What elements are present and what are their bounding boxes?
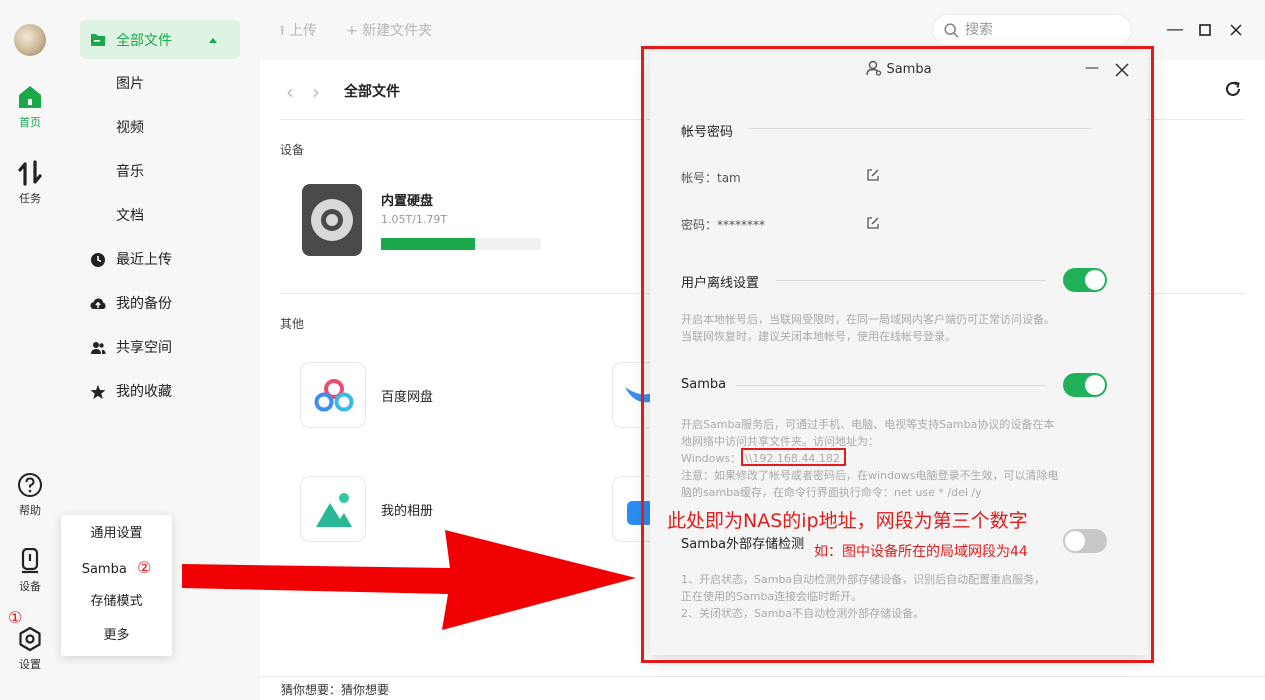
settings-popup-menu: 通用设置 Samba ② 存储模式 更多: [61, 515, 172, 656]
disk-progress: [381, 238, 541, 250]
disk-progress-fill: [381, 238, 476, 250]
menu-item-more[interactable]: 更多: [61, 619, 172, 653]
sidebar-item-videos[interactable]: 视频: [80, 110, 240, 146]
home-icon: [19, 86, 41, 108]
disk-card[interactable]: [302, 184, 362, 256]
sidebar-item-backup-label: 我的备份: [116, 296, 172, 312]
refresh-button[interactable]: [1224, 80, 1242, 102]
forward-button[interactable]: ›: [312, 80, 320, 104]
rail-help-label: 帮助: [19, 504, 41, 517]
upload-button[interactable]: ⭱ 上传: [280, 20, 317, 44]
app-my-album-label: 我的相册: [381, 504, 434, 519]
baidu-netdisk-icon: [314, 379, 354, 412]
refresh-icon: [1226, 81, 1240, 96]
avatar[interactable]: [14, 24, 46, 56]
chevron-left-icon: ‹: [286, 80, 294, 104]
chevron-right-icon: ›: [312, 80, 320, 104]
annotation-marker-1: ①: [8, 608, 23, 627]
app-baidu-netdisk[interactable]: [300, 362, 366, 428]
new-folder-button[interactable]: + 新建文件夹: [346, 20, 432, 40]
ip-highlight-box: [741, 448, 846, 466]
star-icon: [90, 385, 106, 399]
sidebar-item-favorites-label: 我的收藏: [116, 384, 172, 400]
others-section-title: 其他: [280, 317, 305, 331]
caret-up-icon: [209, 38, 217, 43]
close-window-button[interactable]: [1224, 18, 1248, 42]
rail-tasks[interactable]: 任务: [0, 160, 60, 206]
sidebar-item-pictures[interactable]: 图片: [80, 66, 240, 102]
dialog-highlight-frame: [641, 46, 1154, 663]
annotation-subnet-note: 如：图中设备所在的局域网段为44: [814, 544, 1028, 560]
app-baidu-netdisk-label: 百度网盘: [381, 390, 434, 405]
sidebar-item-shared-space[interactable]: 共享空间: [80, 330, 240, 366]
help-icon: [18, 473, 42, 497]
rail-device[interactable]: 设备: [0, 548, 60, 594]
rail-home-label: 首页: [19, 116, 41, 129]
rail-device-label: 设备: [19, 580, 41, 593]
minimize-icon: —: [1166, 19, 1184, 40]
plus-icon: +: [346, 23, 358, 39]
breadcrumb: 全部文件: [344, 84, 400, 100]
rail-settings-label: 设置: [19, 658, 41, 671]
clock-icon: [91, 253, 105, 267]
close-icon: [1230, 24, 1242, 36]
upload-icon: ⭱: [280, 24, 285, 39]
menu-item-samba[interactable]: Samba ②: [61, 551, 172, 585]
search-icon: [944, 23, 959, 38]
menu-item-storage-mode[interactable]: 存储模式: [61, 585, 172, 619]
sidebar-item-backup[interactable]: 我的备份: [80, 286, 240, 322]
rail-home[interactable]: 首页: [0, 84, 60, 130]
red-arrow-icon: [182, 530, 636, 630]
annotation-marker-2: ②: [136, 558, 152, 577]
upload-label: 上传: [289, 23, 318, 39]
cloud-upload-icon: [90, 298, 106, 309]
users-icon: [91, 342, 106, 354]
back-button[interactable]: ‹: [286, 80, 294, 104]
search-input[interactable]: 搜索: [932, 14, 1132, 46]
maximize-icon: [1199, 24, 1211, 36]
sidebar-item-recent-upload[interactable]: 最近上传: [80, 242, 240, 278]
rail-help[interactable]: 帮助: [0, 472, 60, 518]
disk-name: 内置硬盘: [381, 194, 434, 209]
settings-icon: [19, 626, 41, 652]
folder-icon: [91, 34, 105, 46]
sidebar-item-recent-upload-label: 最近上传: [116, 252, 172, 268]
sidebar-item-documents[interactable]: 文档: [80, 198, 240, 234]
sidebar-item-all-files-label: 全部文件: [116, 33, 172, 49]
minimize-button[interactable]: —: [1163, 18, 1187, 42]
devices-section-title: 设备: [280, 143, 305, 157]
photo-album-icon: [316, 493, 352, 527]
device-icon: [21, 548, 39, 574]
sidebar-item-favorites[interactable]: 我的收藏: [80, 374, 240, 410]
hard-disk-icon: [311, 199, 353, 241]
disk-usage: 1.05T/1.79T: [381, 213, 448, 226]
sidebar-item-all-files[interactable]: 全部文件: [80, 20, 240, 59]
maximize-button[interactable]: [1193, 18, 1217, 42]
search-placeholder: 搜索: [965, 22, 993, 38]
rail-tasks-label: 任务: [19, 192, 41, 205]
menu-item-samba-label: Samba: [81, 562, 127, 577]
divider: [260, 676, 1265, 677]
sidebar-item-shared-space-label: 共享空间: [116, 340, 172, 356]
sidebar-item-music[interactable]: 音乐: [80, 154, 240, 190]
left-rail: 首页 任务 帮助 设备 ① 设置: [0, 0, 60, 700]
new-folder-label: 新建文件夹: [362, 23, 433, 39]
hint-text: 猜你想要：猜你想要: [281, 683, 390, 697]
transfer-icon: [18, 160, 42, 186]
menu-item-general-settings[interactable]: 通用设置: [61, 517, 172, 551]
annotation-ip-note: 此处即为NAS的ip地址，网段为第三个数字: [667, 510, 1028, 532]
rail-settings[interactable]: 设置: [0, 626, 60, 672]
